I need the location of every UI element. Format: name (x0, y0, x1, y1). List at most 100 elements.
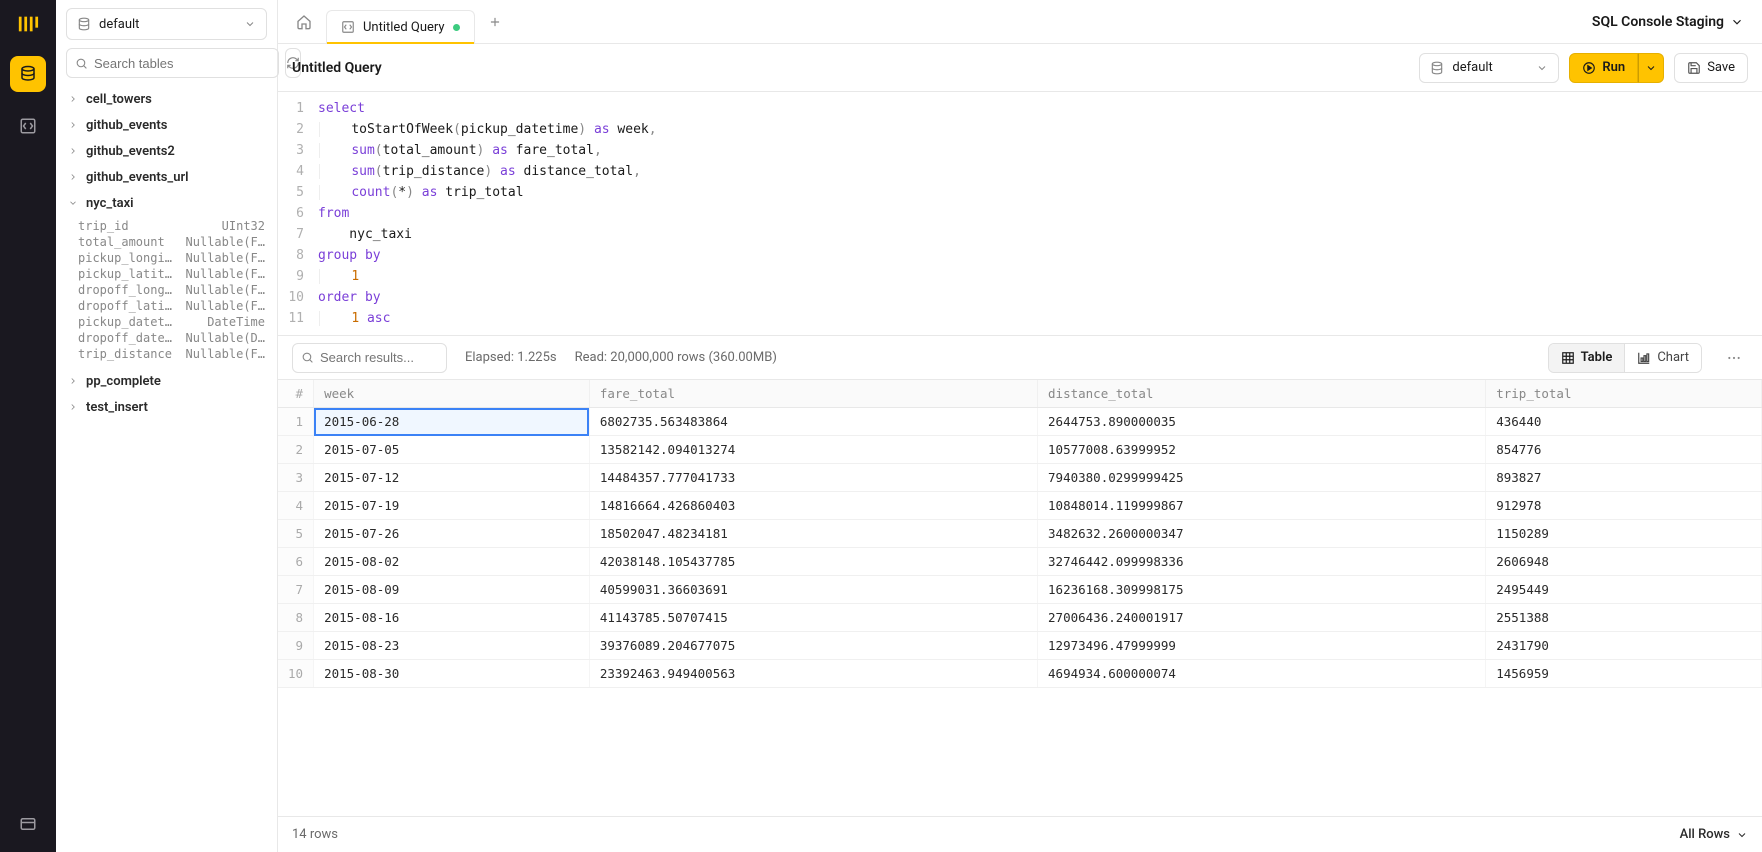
code-line[interactable]: 1 asc (318, 308, 1762, 329)
table-cell[interactable]: 893827 (1486, 464, 1762, 492)
table-cell[interactable]: 2015-08-23 (314, 632, 590, 660)
search-tables-input[interactable] (94, 56, 270, 71)
table-row[interactable]: 102015-08-3023392463.9494005634694934.60… (278, 660, 1762, 688)
table-cell[interactable]: 2 (278, 436, 314, 464)
add-tab-button[interactable] (483, 10, 507, 34)
environment-select[interactable]: SQL Console Staging (1592, 14, 1750, 30)
table-cell[interactable]: 1 (278, 408, 314, 436)
table-cell[interactable]: 5 (278, 520, 314, 548)
search-results-input-wrap[interactable] (292, 343, 447, 373)
run-dropdown-button[interactable] (1638, 53, 1664, 83)
table-cell[interactable]: 10848014.119999867 (1038, 492, 1486, 520)
table-cell[interactable]: 4 (278, 492, 314, 520)
code-line[interactable]: from (318, 203, 1762, 224)
view-table-button[interactable]: Table (1549, 344, 1625, 372)
search-tables-input-wrap[interactable] (66, 48, 279, 78)
table-cell[interactable]: 39376089.204677075 (589, 632, 1037, 660)
table-cell[interactable]: 40599031.36603691 (589, 576, 1037, 604)
table-row[interactable]: 22015-07-0513582142.09401327410577008.63… (278, 436, 1762, 464)
table-item-test-insert[interactable]: test_insert (62, 394, 271, 420)
table-item-nyc-taxi[interactable]: nyc_taxi (62, 190, 271, 216)
table-row[interactable]: 42015-07-1914816664.42686040310848014.11… (278, 492, 1762, 520)
run-button[interactable]: Run (1569, 53, 1638, 83)
code-line[interactable]: order by (318, 287, 1762, 308)
table-cell[interactable]: 3482632.2600000347 (1038, 520, 1486, 548)
table-row[interactable]: 12015-06-286802735.5634838642644753.8900… (278, 408, 1762, 436)
table-row[interactable]: 32015-07-1214484357.7770417337940380.029… (278, 464, 1762, 492)
code-line[interactable]: toStartOfWeek(pickup_datetime) as week, (318, 119, 1762, 140)
table-cell[interactable]: 2015-08-09 (314, 576, 590, 604)
column-row[interactable]: trip_distanceNullable(F… (62, 346, 271, 362)
table-cell[interactable]: 13582142.094013274 (589, 436, 1037, 464)
rail-queries-button[interactable] (10, 108, 46, 144)
table-cell[interactable]: 6 (278, 548, 314, 576)
query-database-select[interactable]: default (1419, 53, 1559, 83)
table-cell[interactable]: 41143785.50707415 (589, 604, 1037, 632)
table-item-cell-towers[interactable]: cell_towers (62, 86, 271, 112)
column-header[interactable]: week (314, 380, 590, 408)
table-item-github-events[interactable]: github_events (62, 112, 271, 138)
home-tab-button[interactable] (290, 8, 318, 36)
table-cell[interactable]: 4694934.600000074 (1038, 660, 1486, 688)
table-cell[interactable]: 10577008.63999952 (1038, 436, 1486, 464)
table-cell[interactable]: 7940380.0299999425 (1038, 464, 1486, 492)
column-header[interactable]: fare_total (589, 380, 1037, 408)
code-line[interactable]: 1 (318, 266, 1762, 287)
save-button[interactable]: Save (1674, 53, 1748, 83)
table-cell[interactable]: 6802735.563483864 (589, 408, 1037, 436)
table-cell[interactable]: 10 (278, 660, 314, 688)
tab-untitled-query[interactable]: Untitled Query (326, 10, 475, 44)
rail-settings-button[interactable] (10, 806, 46, 842)
column-row[interactable]: pickup_longi…Nullable(F… (62, 250, 271, 266)
column-row[interactable]: dropoff_long…Nullable(F… (62, 282, 271, 298)
all-rows-select[interactable]: All Rows (1680, 827, 1748, 842)
column-row[interactable]: pickup_latit…Nullable(F… (62, 266, 271, 282)
table-cell[interactable]: 16236168.309998175 (1038, 576, 1486, 604)
table-item-pp-complete[interactable]: pp_complete (62, 368, 271, 394)
column-header[interactable]: distance_total (1038, 380, 1486, 408)
table-row[interactable]: 82015-08-1641143785.5070741527006436.240… (278, 604, 1762, 632)
column-row[interactable]: dropoff_lati…Nullable(F… (62, 298, 271, 314)
table-cell[interactable]: 2015-07-12 (314, 464, 590, 492)
column-row[interactable]: total_amountNullable(F… (62, 234, 271, 250)
code-line[interactable]: select (318, 98, 1762, 119)
table-cell[interactable]: 14816664.426860403 (589, 492, 1037, 520)
column-header[interactable]: trip_total (1486, 380, 1762, 408)
table-cell[interactable]: 2015-08-30 (314, 660, 590, 688)
table-cell[interactable]: 2015-06-28 (314, 408, 590, 436)
table-cell[interactable]: 3 (278, 464, 314, 492)
table-cell[interactable]: 2606948 (1486, 548, 1762, 576)
sql-editor[interactable]: 1234567891011 select toStartOfWeek(picku… (278, 92, 1762, 336)
column-row[interactable]: pickup_datetimeDateTime (62, 314, 271, 330)
results-more-button[interactable] (1720, 344, 1748, 372)
column-row[interactable]: trip_idUInt32 (62, 218, 271, 234)
table-cell[interactable]: 1150289 (1486, 520, 1762, 548)
view-chart-button[interactable]: Chart (1624, 344, 1701, 372)
table-cell[interactable]: 18502047.48234181 (589, 520, 1037, 548)
table-cell[interactable]: 2015-08-02 (314, 548, 590, 576)
code-line[interactable]: nyc_taxi (318, 224, 1762, 245)
results-table[interactable]: #weekfare_totaldistance_totaltrip_total … (278, 380, 1762, 688)
table-cell[interactable]: 23392463.949400563 (589, 660, 1037, 688)
table-item-github-events2[interactable]: github_events2 (62, 138, 271, 164)
column-header[interactable]: # (278, 380, 314, 408)
table-cell[interactable]: 2015-07-19 (314, 492, 590, 520)
code-area[interactable]: select toStartOfWeek(pickup_datetime) as… (314, 98, 1762, 329)
table-row[interactable]: 72015-08-0940599031.3660369116236168.309… (278, 576, 1762, 604)
database-select[interactable]: default (66, 8, 267, 40)
table-cell[interactable]: 14484357.777041733 (589, 464, 1037, 492)
rail-tables-button[interactable] (10, 56, 46, 92)
table-cell[interactable]: 2015-08-16 (314, 604, 590, 632)
table-cell[interactable]: 42038148.105437785 (589, 548, 1037, 576)
table-cell[interactable]: 7 (278, 576, 314, 604)
table-item-github-events-url[interactable]: github_events_url (62, 164, 271, 190)
table-cell[interactable]: 912978 (1486, 492, 1762, 520)
table-cell[interactable]: 2015-07-05 (314, 436, 590, 464)
table-cell[interactable]: 9 (278, 632, 314, 660)
table-cell[interactable]: 27006436.240001917 (1038, 604, 1486, 632)
column-row[interactable]: dropoff_date…Nullable(D… (62, 330, 271, 346)
table-row[interactable]: 52015-07-2618502047.482341813482632.2600… (278, 520, 1762, 548)
table-cell[interactable]: 32746442.099998336 (1038, 548, 1486, 576)
table-cell[interactable]: 8 (278, 604, 314, 632)
table-cell[interactable]: 2551388 (1486, 604, 1762, 632)
